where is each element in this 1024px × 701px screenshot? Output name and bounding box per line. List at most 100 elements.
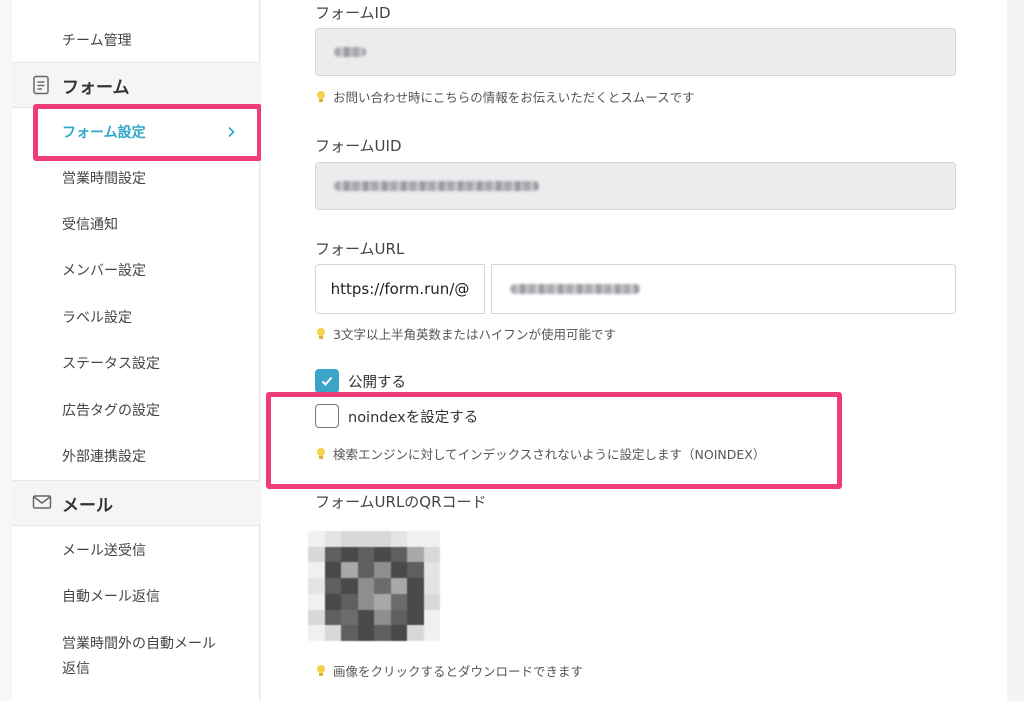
qr-code-cell	[407, 609, 424, 626]
sidebar-item-label: 広告タグの設定	[62, 403, 160, 419]
qr-code-cell	[423, 578, 440, 594]
qr-code-cell	[390, 578, 407, 594]
qr-code-cell	[357, 625, 374, 641]
sidebar-item-auto-reply[interactable]: 自動メール返信	[12, 573, 260, 619]
sidebar-section-form: フォーム	[12, 62, 260, 108]
sidebar-item-label: チーム管理	[62, 33, 132, 49]
form-id-label: フォームID	[315, 4, 391, 22]
sidebar-item-integrations[interactable]: 外部連携設定	[12, 433, 260, 479]
sidebar-item-label: 営業時間設定	[62, 171, 146, 187]
qr-code-label: フォームURLのQRコード	[315, 493, 487, 511]
checkmark-icon	[321, 376, 333, 386]
sidebar-item-business-hours[interactable]: 営業時間設定	[12, 155, 260, 201]
sidebar-item-label: フォーム設定	[62, 125, 146, 141]
redacted-value	[334, 181, 539, 191]
publish-checkbox[interactable]	[315, 369, 339, 393]
qr-code-cell	[324, 531, 341, 547]
qr-code-cell	[341, 531, 358, 547]
section-title: メール	[62, 495, 113, 516]
qr-code-cell	[324, 546, 341, 563]
publish-checkbox-row[interactable]: 公開する	[315, 369, 406, 393]
qr-code-cell	[390, 546, 407, 563]
qr-code-cell	[324, 625, 341, 641]
sidebar-section-mail: メール	[12, 480, 260, 526]
lightbulb-icon	[315, 327, 327, 341]
lightbulb-icon	[315, 447, 327, 461]
qr-code-cell	[390, 593, 407, 610]
qr-code-cell	[390, 609, 407, 626]
form-url-hint: 3文字以上半角英数またはハイフンが使用可能です	[315, 324, 616, 343]
qr-code-cell	[308, 578, 325, 594]
qr-code-cell	[423, 609, 440, 626]
page-gutter	[1007, 0, 1024, 701]
qr-code-cell	[374, 531, 391, 547]
sidebar-item-label-continued: 返信	[62, 661, 90, 677]
qr-code-cell	[308, 625, 325, 641]
hint-text: お問い合わせ時にこちらの情報をお伝えいただくとスムースです	[333, 90, 695, 105]
hint-text: 画像をクリックするとダウンロードできます	[333, 664, 584, 679]
form-uid-field[interactable]	[315, 162, 956, 210]
lightbulb-icon	[315, 664, 327, 678]
qr-code-cell	[374, 562, 391, 579]
qr-code-cell	[341, 625, 358, 641]
form-id-hint: お問い合わせ時にこちらの情報をお伝えいただくとスムースです	[315, 87, 695, 106]
qr-code-cell	[374, 625, 391, 641]
sidebar-item-labels[interactable]: ラベル設定	[12, 294, 260, 340]
qr-code-cell	[308, 531, 325, 547]
sidebar-item-label: 外部連携設定	[62, 449, 146, 465]
qr-code-cell	[407, 625, 424, 641]
qr-code-cell	[390, 562, 407, 579]
sidebar-item-form-settings[interactable]: フォーム設定	[12, 109, 260, 155]
qr-code-cell	[423, 593, 440, 610]
qr-code-cell	[357, 562, 374, 579]
form-uid-label: フォームUID	[315, 137, 402, 155]
qr-code-cell	[324, 609, 341, 626]
qr-code-cell	[341, 546, 358, 563]
qr-code-cell	[423, 546, 440, 563]
qr-code-cell	[357, 546, 374, 563]
qr-code-image[interactable]	[308, 531, 440, 641]
qr-code-cell	[374, 609, 391, 626]
hint-text: 3文字以上半角英数またはハイフンが使用可能です	[333, 327, 616, 342]
form-url-input[interactable]	[491, 264, 956, 314]
qr-code-cell	[407, 593, 424, 610]
sidebar-item-team[interactable]: チーム管理	[12, 18, 260, 62]
sidebar-item-label: メール送受信	[62, 543, 146, 559]
sidebar-item-status[interactable]: ステータス設定	[12, 340, 260, 386]
redacted-value	[334, 47, 366, 57]
qr-code-cell	[374, 546, 391, 563]
qr-code-cell	[324, 562, 341, 579]
qr-code-cell	[308, 593, 325, 610]
sidebar-item-members[interactable]: メンバー設定	[12, 247, 260, 293]
sidebar-item-notifications[interactable]: 受信通知	[12, 201, 260, 247]
qr-code-cell	[341, 609, 358, 626]
qr-code-cell	[423, 531, 440, 547]
sidebar-item-mail-inbox[interactable]: メール送受信	[12, 527, 260, 573]
qr-code-cell	[357, 609, 374, 626]
form-url-prefix: https://form.run/@	[315, 264, 485, 314]
redacted-value	[510, 284, 640, 294]
qr-code-cell	[357, 593, 374, 610]
qr-code-cell	[324, 578, 341, 594]
qr-code-cell	[390, 531, 407, 547]
qr-code-hint: 画像をクリックするとダウンロードできます	[315, 661, 583, 680]
document-icon	[32, 75, 52, 95]
sidebar-item-label: メンバー設定	[62, 263, 146, 279]
noindex-checkbox-label: noindexを設定する	[348, 409, 479, 426]
sidebar-item-after-hours-reply[interactable]: 営業時間外の自動メール 返信	[12, 620, 260, 690]
qr-code-cell	[407, 562, 424, 579]
qr-code-cell	[308, 609, 325, 626]
chevron-right-icon	[224, 125, 238, 139]
qr-code-cell	[341, 578, 358, 594]
sidebar-item-label: 営業時間外の自動メール	[62, 636, 216, 652]
publish-checkbox-label: 公開する	[348, 374, 406, 391]
noindex-checkbox-row[interactable]: noindexを設定する	[315, 404, 478, 428]
sidebar-item-label: 受信通知	[62, 217, 118, 233]
qr-code-cell	[423, 562, 440, 579]
qr-code-cell	[390, 625, 407, 641]
qr-code-cell	[423, 625, 440, 641]
noindex-checkbox[interactable]	[315, 404, 339, 428]
qr-code-cell	[357, 578, 374, 594]
sidebar-item-ad-tags[interactable]: 広告タグの設定	[12, 387, 260, 433]
form-id-field[interactable]	[315, 28, 956, 76]
